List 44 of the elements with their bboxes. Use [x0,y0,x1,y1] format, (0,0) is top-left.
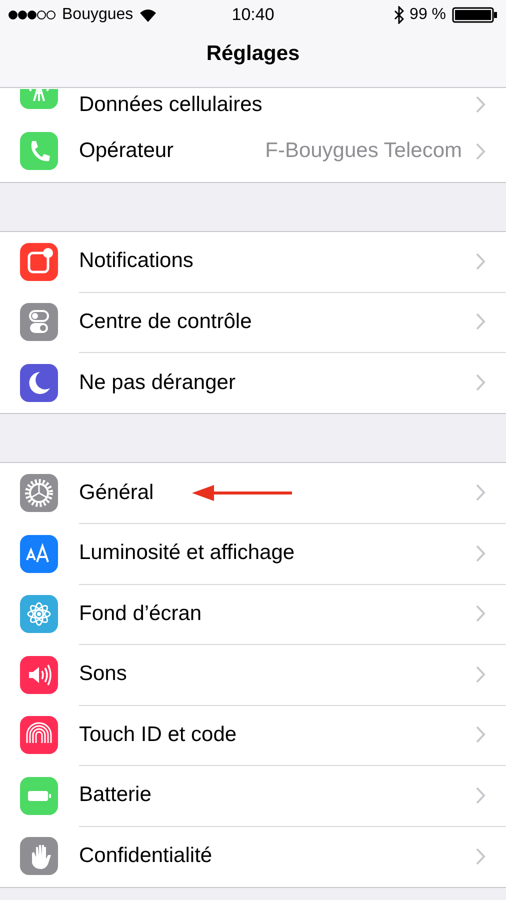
settings-row[interactable]: Sons [79,644,506,706]
settings-row[interactable]: Luminosité et affichage [79,523,506,584]
settings-row[interactable]: Données cellulaires [79,88,506,121]
clock-time: 10:40 [232,5,274,25]
battery-percent: 99 % [410,6,446,24]
chevron-icon [476,605,486,622]
row-label: Fond d’écran [79,602,202,626]
chevron-icon [476,374,486,392]
row-label: Centre de contrôle [79,310,252,334]
signal-icon [8,10,56,20]
row-label: Général [79,480,154,505]
settings-row[interactable]: Notifications [79,231,506,292]
row-label: Données cellulaires [79,92,262,116]
row-label: Batterie [79,783,152,808]
chevron-icon [476,848,486,865]
chevron-icon [476,142,486,160]
wifi-icon [139,8,158,22]
chevron-icon [476,726,486,744]
screen-title: Réglages [205,42,301,66]
chevron-icon [476,786,486,804]
battery-icon [452,6,498,24]
row-label: Confidentialité [79,844,212,868]
row-label: Sons [79,662,127,686]
row-label: Touch ID et code [79,722,237,747]
row-label: Notifications [79,249,194,274]
chevron-icon [476,666,486,683]
row-label: Luminosité et affichage [79,541,295,566]
settings-row[interactable]: Ne pas déranger [79,352,506,413]
settings-row[interactable]: Centre de contrôle [79,292,506,353]
settings-row[interactable]: Batterie [79,765,506,826]
chevron-icon [476,544,486,562]
chevron-icon [476,96,486,113]
settings-row[interactable]: Confidentialité [79,826,506,886]
settings-row[interactable]: Opérateur F-Bouygues Telecom [79,121,506,182]
row-label: Opérateur [79,139,174,164]
row-value: F-Bouygues Telecom [265,139,462,164]
chevron-icon [476,484,486,502]
chevron-icon [476,313,486,330]
settings-row[interactable]: Fond d’écran [79,584,506,645]
carrier-name: Bouygues [62,6,134,24]
chevron-icon [476,252,486,270]
settings-row[interactable]: Touch ID et code [79,704,506,766]
bluetooth-icon [394,6,404,24]
row-label: Ne pas déranger [79,370,236,395]
